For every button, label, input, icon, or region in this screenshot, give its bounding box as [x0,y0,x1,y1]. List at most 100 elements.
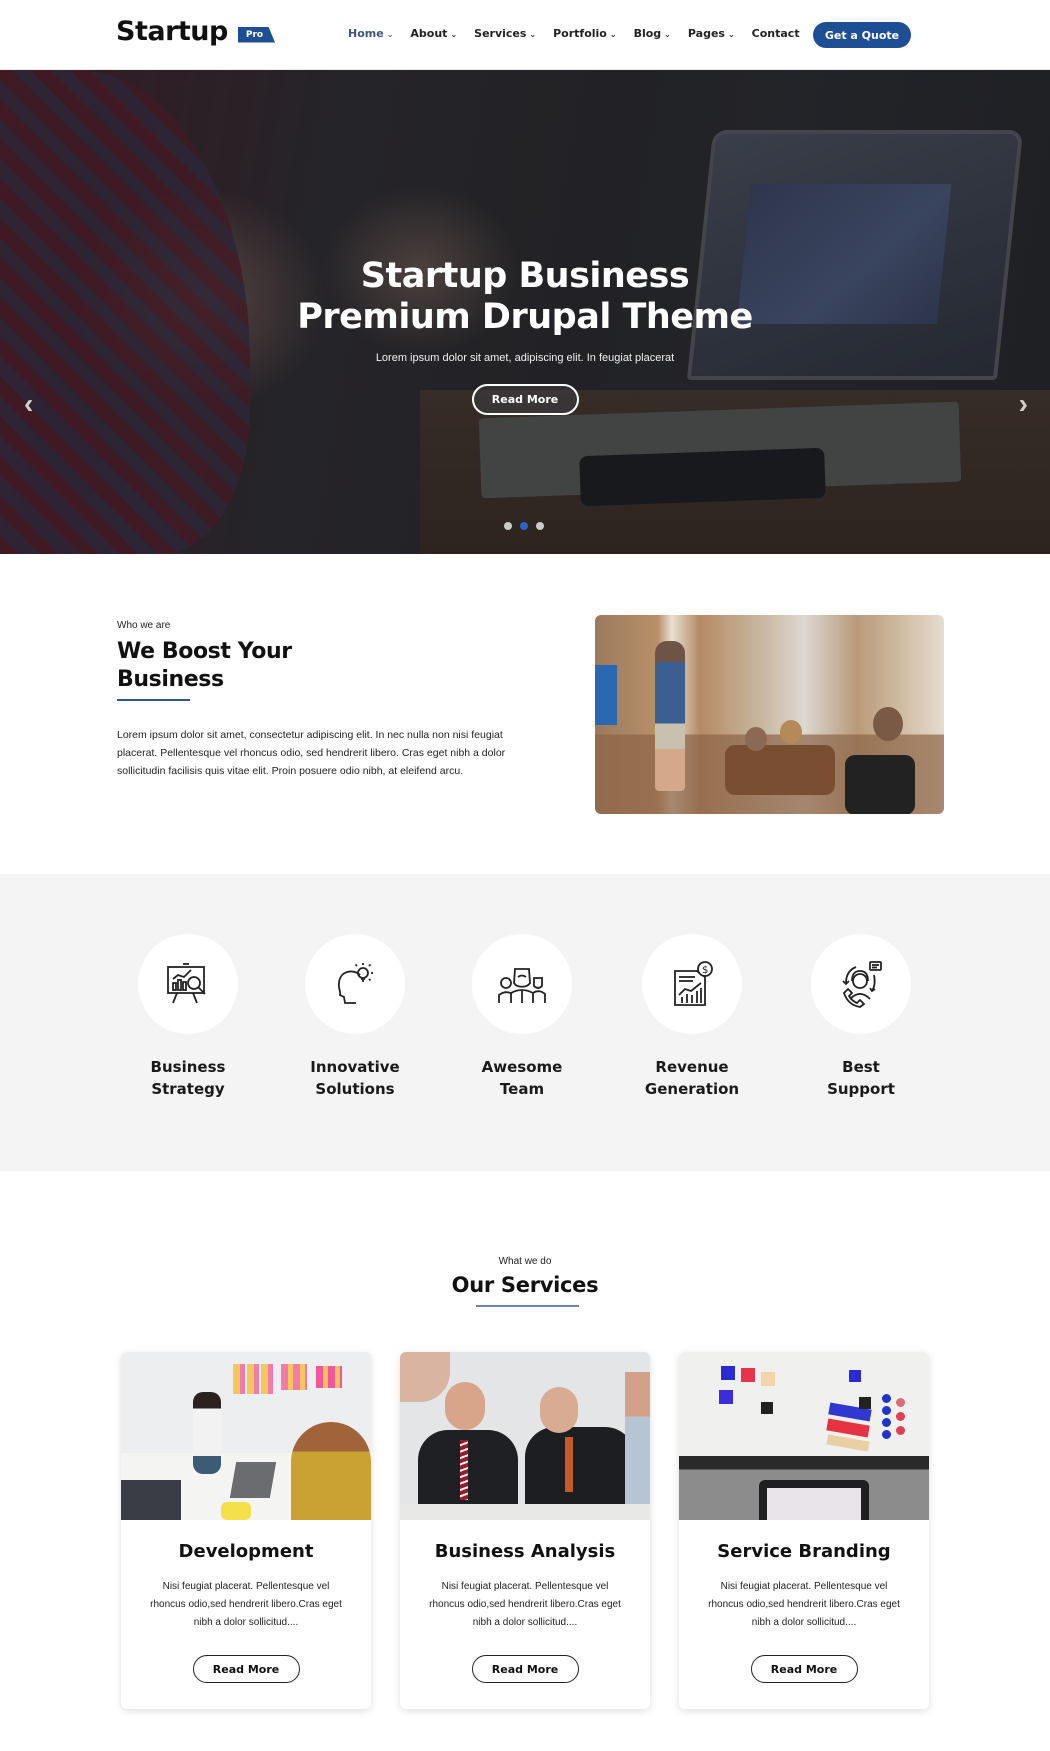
nav-item-about[interactable]: About ⌄ [410,27,457,40]
img-head [745,727,767,751]
read-more-button[interactable]: Read More [471,1655,579,1683]
img-laptop [121,1480,181,1520]
feature-title: Innovative Solutions [280,1056,430,1100]
nav-label: Services [474,27,527,40]
service-image-design-palette [679,1352,929,1520]
chevron-down-icon: ⌄ [664,30,671,39]
img-dots [882,1394,891,1403]
img-laptop [229,1462,277,1498]
img-tie [565,1437,573,1492]
chevron-down-icon: ⌄ [727,30,735,39]
title-underline [117,699,190,701]
about-title: We Boost Your Business [117,639,292,692]
service-card-text: Nisi feugiat placerat. Pellentesque vel … [708,1581,900,1628]
slider-dot-1[interactable] [504,522,512,530]
feature-best-support[interactable]: Best Support [786,934,936,1100]
service-card-business-analysis: Business Analysis Nisi feugiat placerat.… [400,1352,650,1709]
img-sticky-notes [281,1364,307,1390]
img-swatch [761,1402,773,1414]
feature-title-line1: Awesome [481,1058,563,1076]
slider-dots [504,522,544,530]
title-underline [476,1305,579,1307]
img-swatch [761,1372,775,1386]
feature-icon-circle [811,934,911,1034]
slider-dot-3[interactable] [536,522,544,530]
img-person-yellow-jacket [291,1422,371,1520]
feature-awesome-team[interactable]: Awesome Team [447,934,597,1100]
feature-title-line1: Business [150,1058,226,1076]
img-sofa [725,745,835,795]
customer-support-icon [842,961,882,1008]
read-more-button[interactable]: Read More [750,1655,858,1683]
services-section: What we do Our Services Development Nisi… [0,1171,1050,1751]
service-card-title: Development [178,1541,314,1562]
img-person [400,1352,450,1402]
feature-icon-circle: $ [642,934,742,1034]
presentation-chart-icon [167,963,206,1004]
chevron-right-icon[interactable]: › [1019,388,1028,420]
logo-text: Startup [116,16,228,47]
nav-item-services[interactable]: Services ⌄ [474,27,536,40]
img-swatch [826,1434,870,1452]
chevron-left-icon[interactable]: ‹ [24,388,33,420]
get-a-quote-button[interactable]: Get a Quote [813,22,911,48]
revenue-report-icon: $ [674,961,713,1006]
img-tie [460,1440,468,1500]
img-tablet-screen [767,1488,861,1520]
img-yellow-object [221,1502,251,1520]
img-swatch [719,1390,733,1404]
feature-icon-circle [138,934,238,1034]
services-kicker: What we do [498,1256,552,1267]
about-text: Lorem ipsum dolor sit amet, consectetur … [117,729,506,777]
about-image-office-presentation [595,615,944,814]
hero-content: Startup Business Premium Drupal Theme Lo… [0,256,1050,415]
nav-label: Portfolio [553,27,607,40]
img-tv-screen [595,665,617,725]
logo-pro-badge: Pro [237,26,276,43]
nav-item-pages[interactable]: Pages ⌄ [688,27,735,40]
img-head [445,1382,485,1430]
nav-label: Home [348,27,384,40]
feature-title: Business Strategy [113,1056,263,1100]
service-image-team-meeting [121,1352,371,1520]
hero-title-line2: Premium Drupal Theme [297,297,753,337]
nav-item-portfolio[interactable]: Portfolio ⌄ [553,27,616,40]
head-lightbulb-icon [337,963,373,1004]
feature-innovative-solutions[interactable]: Innovative Solutions [280,934,430,1100]
feature-title-line2: Solutions [315,1080,395,1098]
about-kicker: Who we are [117,620,171,631]
nav-item-home[interactable]: Home ⌄ [348,27,393,40]
img-head [540,1387,578,1433]
chevron-down-icon: ⌄ [450,30,458,39]
site-header: Startup Pro Home ⌄ About ⌄ Services ⌄ Portf… [0,0,1050,70]
site-logo[interactable]: Startup Pro [116,16,276,47]
service-card-service-branding: Service Branding Nisi feugiat placerat. … [679,1352,929,1709]
img-sticky-notes [316,1366,342,1388]
chevron-down-icon: ⌄ [529,30,537,39]
nav-item-contact[interactable]: Contact [752,27,800,40]
feature-icon-circle [305,934,405,1034]
service-card-text: Nisi feugiat placerat. Pellentesque vel … [150,1581,342,1628]
nav-label: Blog [633,27,662,40]
nav-label: About [410,27,448,40]
svg-text:$: $ [702,965,708,976]
chevron-down-icon: ⌄ [609,30,617,39]
feature-title: Best Support [786,1056,936,1100]
feature-title-line2: Team [499,1080,545,1098]
hero-subtitle: Lorem ipsum dolor sit amet, adipiscing e… [375,352,675,364]
feature-title: Awesome Team [447,1056,597,1100]
feature-icon-circle [472,934,572,1034]
nav-item-blog[interactable]: Blog ⌄ [634,27,671,40]
hero-title: Startup Business Premium Drupal Theme [0,256,1050,338]
hero-read-more-button[interactable]: Read More [471,384,579,415]
feature-title: Revenue Generation [617,1056,767,1100]
service-card-text: Nisi feugiat placerat. Pellentesque vel … [429,1581,621,1628]
read-more-button[interactable]: Read More [192,1655,300,1683]
nav-label: Pages [687,27,725,40]
feature-revenue-generation[interactable]: $ Revenue Generation [617,934,767,1100]
img-swatch [849,1370,861,1382]
feature-title-line1: Innovative [310,1058,400,1076]
slider-dot-2[interactable] [520,522,528,530]
hero-title-line1: Startup Business [360,256,690,296]
feature-business-strategy[interactable]: Business Strategy [113,934,263,1100]
